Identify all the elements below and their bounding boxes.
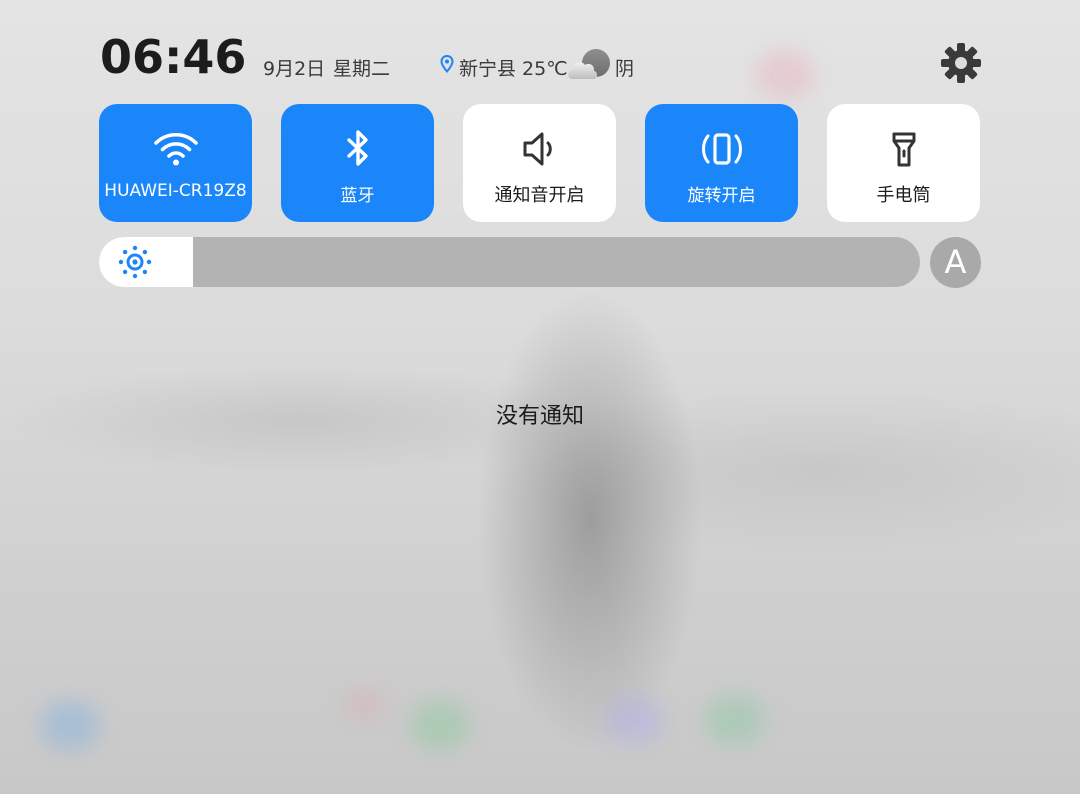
wifi-toggle[interactable]: HUAWEI-CR19Z8 <box>99 104 252 222</box>
sound-toggle[interactable]: 通知音开启 <box>463 104 616 222</box>
weekday-label: 星期二 <box>333 58 391 80</box>
blurred-app-icon <box>410 700 470 750</box>
blurred-app-icon <box>40 700 100 750</box>
flashlight-label: 手电筒 <box>876 185 931 206</box>
blurred-app-icon <box>345 690 385 720</box>
weather-label: 阴 <box>615 58 635 80</box>
date-label: 9月2日 <box>263 58 326 80</box>
brightness-icon <box>118 245 152 279</box>
brightness-slider[interactable] <box>99 237 920 287</box>
auto-rotate-label: 旋转开启 <box>687 186 756 206</box>
location-pin-icon <box>440 55 454 73</box>
wifi-label: HUAWEI-CR19Z8 <box>104 181 247 201</box>
status-header: 06:46 9月2日 星期二 新宁县 25℃ 阴 <box>0 0 1080 100</box>
auto-rotate-icon <box>701 133 742 165</box>
bluetooth-icon <box>346 130 368 166</box>
bluetooth-label: 蓝牙 <box>340 186 375 206</box>
cloud-icon <box>568 49 610 79</box>
wifi-icon <box>153 132 198 166</box>
gear-icon[interactable] <box>938 40 984 86</box>
sound-label: 通知音开启 <box>494 185 585 206</box>
auto-brightness-button[interactable]: A <box>930 237 981 288</box>
location-temperature: 新宁县 25℃ <box>459 58 568 80</box>
flashlight-toggle[interactable]: 手电筒 <box>827 104 980 222</box>
empty-notifications-label: 没有通知 <box>495 404 584 429</box>
bluetooth-toggle[interactable]: 蓝牙 <box>281 104 434 222</box>
clock: 06:46 <box>100 30 247 84</box>
blurred-app-icon <box>605 695 665 745</box>
sound-icon <box>523 132 552 166</box>
auto-rotate-toggle[interactable]: 旋转开启 <box>645 104 798 222</box>
blurred-app-icon <box>705 695 765 745</box>
flashlight-icon <box>892 132 915 167</box>
